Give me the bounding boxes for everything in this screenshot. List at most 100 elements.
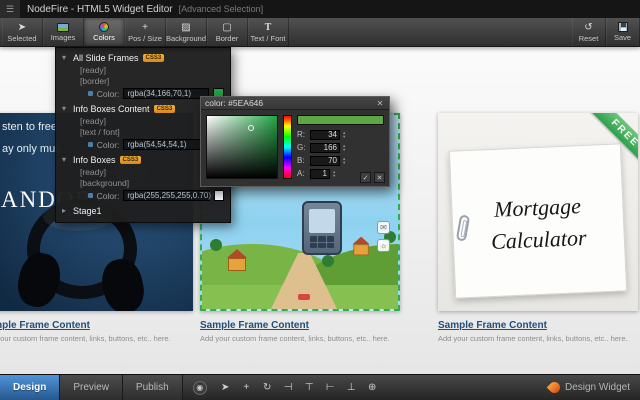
align-left-icon[interactable]: ⊣ — [280, 379, 297, 396]
slide1-text-line: sten to free — [2, 121, 58, 133]
color-picker-body: R: ▴ ▾ G: ▴ ▾ B: — [201, 110, 389, 186]
frame-caption-title[interactable]: Sample Frame Content — [438, 320, 638, 331]
current-color-swatch — [297, 115, 384, 125]
stepper-icon[interactable]: ▴ ▾ — [333, 169, 335, 178]
frame-caption-desc: Add your custom frame content, links, bu… — [438, 334, 628, 343]
mail-icon: ✉ — [377, 221, 390, 234]
pointer-tool-icon[interactable]: ➤ — [217, 379, 234, 396]
red-field-row: R: ▴ ▾ — [297, 129, 384, 140]
color-value-field[interactable]: rgba(54,54,54,1) — [123, 139, 210, 150]
toolbar-button-images[interactable]: Images — [43, 18, 84, 46]
zoom-tool-icon[interactable]: ⊕ — [364, 379, 381, 396]
paper-note-shape: Mortgage Calculator — [448, 143, 628, 299]
toolbar-button-text-font[interactable]: T Text / Font — [248, 18, 289, 46]
toolbar-button-background[interactable]: ▨ Background — [166, 18, 207, 46]
caret-down-icon[interactable]: ▾ — [62, 53, 69, 62]
stepper-icon[interactable]: ▴ ▾ — [343, 130, 345, 139]
ok-button[interactable]: ✓ — [360, 172, 371, 183]
tab-publish[interactable]: Publish — [122, 375, 183, 400]
house-base-shape — [353, 244, 369, 256]
caret-down-icon[interactable]: ▾ — [62, 104, 69, 113]
hue-slider[interactable] — [283, 115, 292, 179]
green-input[interactable] — [310, 142, 340, 153]
picker-action-buttons: ✓ ✕ — [360, 172, 385, 183]
step-down-icon[interactable]: ▾ — [343, 160, 345, 165]
key-shape — [326, 236, 334, 242]
frame-caption-1: Sample Frame Content Add your custom fra… — [0, 320, 193, 343]
align-bottom-icon[interactable]: ⊥ — [343, 379, 360, 396]
titlebar: ☰ NodeFire - HTML5 Widget Editor [Advanc… — [0, 0, 640, 18]
toolbar-button-colors[interactable]: Colors — [84, 18, 125, 46]
save-button[interactable]: Save — [606, 18, 640, 46]
stepper-icon[interactable]: ▴ ▾ — [343, 156, 345, 165]
bottom-bar: Design Preview Publish ◉ ➤ + ↻ ⊣ ⊤ ⊢ ⊥ ⊕… — [0, 374, 640, 400]
color-swatch-white[interactable] — [213, 190, 224, 201]
panel-section-all-slide-frames[interactable]: ▾ All Slide Frames CSS3 — [56, 51, 230, 64]
tab-preview[interactable]: Preview — [60, 375, 123, 400]
target-mode-icon[interactable]: ◉ — [192, 380, 207, 395]
key-shape — [318, 236, 326, 242]
app-window: ☰ NodeFire - HTML5 Widget Editor [Advanc… — [0, 0, 640, 400]
css3-badge: CSS3 — [119, 155, 142, 164]
frame-caption-desc: Add your custom frame content, links, bu… — [0, 334, 171, 343]
slide-frame-mortgage[interactable]: Mortgage Calculator FREE — [438, 113, 638, 311]
house-shape — [352, 236, 370, 256]
section-name: All Slide Frames — [73, 52, 139, 63]
blue-input[interactable] — [310, 155, 340, 166]
rotate-tool-icon[interactable]: ↻ — [259, 379, 276, 396]
roof-shape — [227, 249, 247, 258]
close-icon[interactable]: ✕ — [375, 99, 385, 108]
border-icon: ▢ — [222, 21, 232, 33]
menu-icon: ☰ — [5, 3, 15, 14]
toolbar-button-selected[interactable]: ➤ Selected — [2, 18, 43, 46]
caret-right-icon[interactable]: ▸ — [62, 206, 69, 215]
toolbar-label: Images — [50, 32, 76, 42]
cancel-button[interactable]: ✕ — [374, 172, 385, 183]
color-picker-dialog: color: #5EA646 ✕ R: ▴ ▾ G: — [200, 96, 390, 187]
stepper-icon[interactable]: ▴ ▾ — [343, 143, 345, 152]
frame-caption-2: Sample Frame Content Add your custom fra… — [200, 320, 400, 343]
tab-label: Design — [13, 382, 47, 393]
color-label: Color: — [96, 88, 120, 99]
blue-label: B: — [297, 156, 305, 165]
align-right-icon[interactable]: ⊢ — [322, 379, 339, 396]
check-icon: ✓ — [362, 174, 369, 182]
panel-section-stage1[interactable]: ▸ Stage1 — [56, 204, 230, 217]
move-tool-icon[interactable]: + — [238, 379, 255, 396]
caret-down-icon[interactable]: ▾ — [62, 155, 69, 164]
toolbar-button-pos-size[interactable]: + Pos / Size — [125, 18, 166, 46]
toolbar-label: Border — [215, 33, 239, 43]
toolbar-label: Save — [613, 33, 632, 42]
saturation-value-field[interactable] — [206, 115, 278, 179]
tablet-graphic — [302, 201, 342, 255]
panel-item-ready[interactable]: [ready] — [56, 64, 230, 75]
red-input[interactable] — [310, 129, 340, 140]
toolbar-label: Pos / Size — [128, 33, 162, 43]
step-down-icon[interactable]: ▾ — [343, 134, 345, 139]
brand-label: Design Widget — [564, 382, 630, 393]
frame-caption-title[interactable]: Sample Frame Content — [200, 320, 400, 331]
key-shape — [318, 242, 326, 248]
color-value-field[interactable]: rgba(34,166,70,1) — [123, 88, 210, 99]
tab-design[interactable]: Design — [0, 375, 61, 400]
brand-box: Design Widget — [546, 375, 640, 400]
step-down-icon[interactable]: ▾ — [343, 147, 345, 152]
sv-cursor-icon[interactable] — [247, 124, 254, 131]
key-shape — [310, 242, 318, 248]
reset-button[interactable]: ↺ Reset — [572, 18, 606, 46]
panel-item-border[interactable]: [border] — [56, 75, 230, 86]
color-picker-title: color: #5EA646 — [205, 98, 264, 108]
step-down-icon[interactable]: ▾ — [333, 173, 335, 178]
app-menu-button[interactable]: ☰ — [0, 0, 20, 18]
color-value-field[interactable]: rgba(255,255,255,0.70) — [123, 190, 211, 201]
selection-mode-badge: [Advanced Selection] — [178, 4, 264, 14]
align-top-icon[interactable]: ⊤ — [301, 379, 318, 396]
toolbar-button-border[interactable]: ▢ Border — [207, 18, 248, 46]
color-picker-titlebar[interactable]: color: #5EA646 ✕ — [201, 97, 389, 110]
frame-caption-title[interactable]: Sample Frame Content — [0, 320, 193, 331]
frame-caption-desc: Add your custom frame content, links, bu… — [200, 334, 390, 343]
toolbar-label: Background — [165, 33, 207, 43]
alpha-input[interactable] — [310, 168, 330, 179]
color-property-row: Color: rgba(255,255,255,0.70) — [56, 188, 230, 204]
roof-shape — [352, 236, 370, 245]
